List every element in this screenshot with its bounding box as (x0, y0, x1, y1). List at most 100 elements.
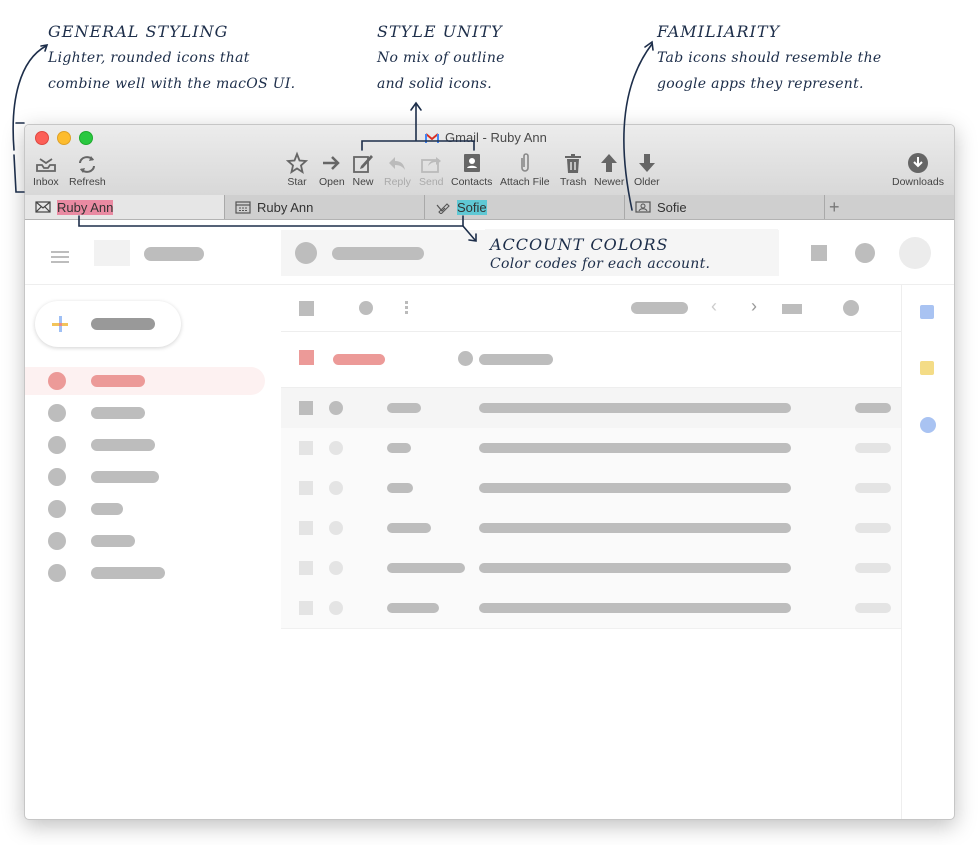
tab-sofie-tasks[interactable]: Sofie (425, 195, 625, 219)
star-label: Star (287, 176, 307, 188)
select-all-checkbox[interactable] (299, 301, 314, 316)
email-row[interactable] (281, 468, 901, 509)
category-icon[interactable] (299, 350, 314, 365)
gmail-content: ‹ › (25, 220, 954, 819)
compose-button[interactable] (35, 301, 181, 347)
search-icon (295, 242, 317, 264)
row-star-icon[interactable] (329, 441, 343, 455)
row-subject-placeholder (479, 403, 791, 413)
send-label: Send (419, 176, 444, 188)
reply-icon (389, 157, 406, 170)
sidebar-icon[interactable] (48, 500, 66, 518)
star-icon (286, 151, 308, 174)
menu-icon-line (51, 261, 69, 263)
sidebar-icon[interactable] (48, 436, 66, 454)
row-date-placeholder (855, 523, 891, 533)
more-icon[interactable] (405, 301, 408, 304)
side-panel-tasks-icon[interactable] (920, 417, 936, 433)
download-circle-icon (907, 153, 928, 173)
sidebar-icon[interactable] (48, 532, 66, 550)
menu-icon-line (51, 256, 69, 258)
window-title-text: Gmail - Ruby Ann (445, 130, 547, 145)
notifications-icon[interactable] (855, 243, 875, 263)
tab-label: Sofie (657, 199, 687, 215)
older-button[interactable]: Older (634, 151, 660, 188)
newer-button[interactable]: Newer (594, 151, 624, 188)
sidebar-icon[interactable] (48, 404, 66, 422)
row-checkbox[interactable] (299, 521, 313, 535)
row-sender-placeholder (387, 483, 413, 493)
arrow-right-icon (322, 156, 340, 170)
sidebar-icon[interactable] (48, 564, 66, 582)
row-subject-placeholder (479, 563, 791, 573)
annotation-text: and solid icons. (377, 76, 492, 92)
tab-ruby-ann-calendar[interactable]: Ruby Ann (225, 195, 425, 219)
arrow-down-icon (638, 154, 655, 172)
downloads-label: Downloads (892, 176, 944, 188)
settings-icon[interactable] (843, 300, 859, 316)
side-panel-keep-icon[interactable] (920, 361, 934, 375)
inbox-button[interactable]: Inbox (33, 151, 59, 188)
row-star-icon[interactable] (329, 401, 343, 415)
gmail-icon (425, 132, 439, 143)
reply-button[interactable]: Reply (384, 151, 411, 188)
open-button[interactable]: Open (319, 151, 345, 188)
side-panel-calendar-icon[interactable] (920, 305, 934, 319)
zoom-button[interactable] (79, 131, 93, 145)
tab-sofie-contacts[interactable]: Sofie (625, 195, 825, 219)
compose-icon (353, 155, 373, 173)
star-button[interactable]: Star (286, 151, 308, 188)
refresh-icon (79, 156, 96, 173)
minimize-button[interactable] (57, 131, 71, 145)
logo-text-placeholder (144, 247, 204, 261)
annotation-text: Tab icons should resemble the (657, 50, 882, 66)
annotation-title: FAMILIARITY (657, 22, 781, 41)
tab-ruby-ann-mail[interactable]: Ruby Ann (25, 195, 225, 219)
email-row[interactable] (281, 388, 901, 428)
inbox-label: Inbox (33, 176, 59, 188)
annotation-title: GENERAL STYLING (48, 22, 229, 41)
email-row[interactable] (281, 508, 901, 549)
logo-placeholder (94, 240, 130, 266)
traffic-lights (35, 131, 93, 145)
send-button[interactable]: Send (419, 151, 444, 188)
more-icon-dot (405, 311, 408, 314)
category-label-placeholder (479, 354, 553, 365)
tab-label: Sofie (457, 199, 487, 215)
input-tools-icon[interactable] (782, 304, 802, 314)
row-checkbox[interactable] (299, 441, 313, 455)
row-checkbox[interactable] (299, 401, 313, 415)
contacts-button[interactable]: Contacts (451, 151, 492, 188)
menu-icon[interactable] (51, 251, 69, 253)
category-icon[interactable] (458, 351, 473, 366)
refresh-button[interactable]: Refresh (69, 151, 106, 188)
refresh-list-icon[interactable] (359, 301, 373, 315)
chevron-right-icon[interactable]: › (751, 296, 757, 317)
chevron-left-icon[interactable]: ‹ (711, 296, 717, 317)
trash-button[interactable]: Trash (560, 151, 586, 188)
attach-file-button[interactable]: Attach File (500, 151, 550, 188)
email-row[interactable] (281, 548, 901, 589)
new-tab-button[interactable]: + (825, 195, 954, 219)
avatar[interactable] (899, 237, 931, 269)
row-star-icon[interactable] (329, 601, 343, 615)
category-label-placeholder (333, 354, 385, 365)
row-star-icon[interactable] (329, 561, 343, 575)
row-checkbox[interactable] (299, 561, 313, 575)
close-button[interactable] (35, 131, 49, 145)
row-star-icon[interactable] (329, 481, 343, 495)
email-row[interactable] (281, 428, 901, 469)
refresh-label: Refresh (69, 176, 106, 188)
open-label: Open (319, 176, 345, 188)
sidebar-icon[interactable] (48, 468, 66, 486)
sidebar-label-placeholder (91, 439, 155, 451)
email-row[interactable] (281, 588, 901, 629)
row-checkbox[interactable] (299, 601, 313, 615)
new-button[interactable]: New (352, 151, 374, 188)
row-star-icon[interactable] (329, 521, 343, 535)
row-checkbox[interactable] (299, 481, 313, 495)
apps-icon[interactable] (811, 245, 827, 261)
tab-bar: Ruby Ann Ruby Ann Sofie Sofie + (25, 195, 954, 220)
sidebar-label-placeholder (91, 567, 165, 579)
downloads-button[interactable]: Downloads (892, 151, 944, 188)
